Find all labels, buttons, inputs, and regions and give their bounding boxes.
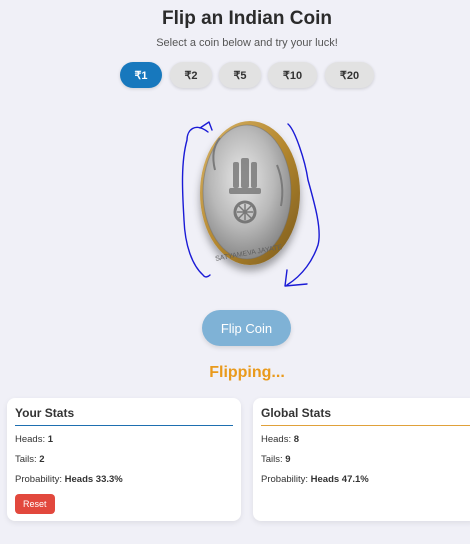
flip-coin-button[interactable]: Flip Coin xyxy=(202,310,291,346)
global-heads-value: 8 xyxy=(293,434,300,445)
your-stats-card: Your Stats Heads: 1 Tails: 2 Probability… xyxy=(7,398,241,521)
coin-button-2[interactable]: ₹2 xyxy=(170,62,212,88)
your-stats-title: Your Stats xyxy=(15,406,233,426)
your-probability-stat: Probability: Heads 33.3% xyxy=(15,474,123,485)
your-tails-stat: Tails: 2 xyxy=(15,454,45,465)
flip-status: Flipping... xyxy=(209,364,285,381)
global-probability-value: Heads 47.1% xyxy=(310,474,369,485)
your-tails-value: 2 xyxy=(39,454,45,465)
page-title: Flip an Indian Coin xyxy=(162,8,332,29)
global-stats-title: Global Stats xyxy=(261,406,470,426)
coin-button-5[interactable]: ₹5 xyxy=(219,62,261,88)
coin-image: SATYAMEVA JAYATE xyxy=(181,121,320,287)
coin-button-20[interactable]: ₹20 xyxy=(325,62,374,88)
global-tails-value: 9 xyxy=(285,454,291,465)
your-heads-stat: Heads: 1 xyxy=(15,434,54,445)
your-probability-value: Heads 33.3% xyxy=(64,474,123,485)
coin-selector: ₹1 ₹2 ₹5 ₹10 ₹20 xyxy=(0,62,470,90)
global-heads-stat: Heads: 8 xyxy=(261,434,300,445)
global-stats-card: Global Stats Heads: 8 Tails: 9 Probabili… xyxy=(253,398,470,521)
global-probability-stat: Probability: Heads 47.1% xyxy=(261,474,369,485)
coin-button-1[interactable]: ₹1 xyxy=(120,62,162,88)
global-tails-stat: Tails: 9 xyxy=(261,454,291,465)
reset-button[interactable]: Reset xyxy=(15,494,55,514)
coin-emblem xyxy=(229,158,261,224)
coin-stage: SATYAMEVA JAYATE xyxy=(175,110,330,295)
coin-button-10[interactable]: ₹10 xyxy=(268,62,317,88)
your-heads-value: 1 xyxy=(47,434,54,445)
page-subtitle: Select a coin below and try your luck! xyxy=(156,37,338,49)
